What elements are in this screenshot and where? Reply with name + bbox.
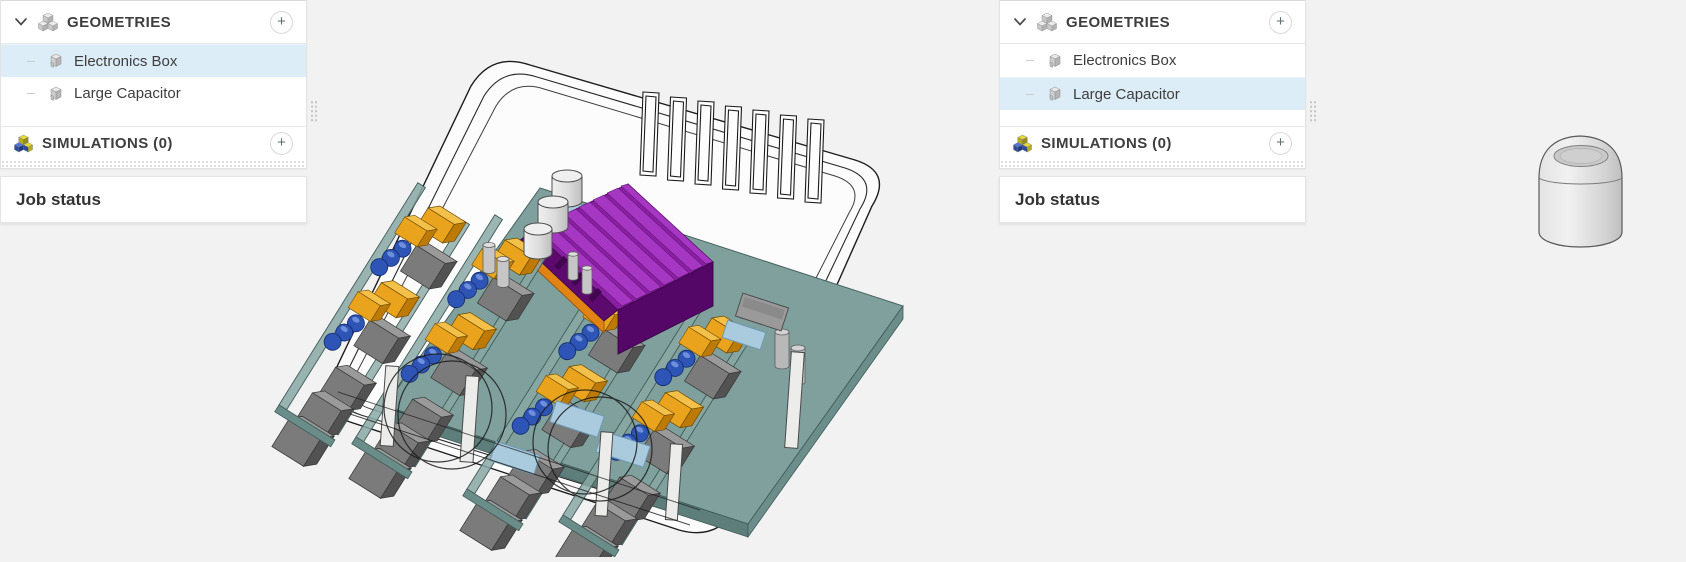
add-simulation-button[interactable]: + [1269,132,1292,155]
geometries-label: GEOMETRIES [1066,14,1170,31]
tree-spacer [1000,110,1305,126]
tree-connector-stub [1026,60,1034,61]
geometry-part-icon [47,85,65,103]
right-simulations-header[interactable]: SIMULATIONS (0) + [1000,126,1305,159]
tree-spacer [1,110,306,126]
panel-gap [0,169,307,176]
add-geometry-button[interactable]: + [270,11,293,34]
left-job-status-panel[interactable]: Job status [0,176,307,223]
tree-item-label: Electronics Box [74,53,177,70]
tree-item-large-capacitor[interactable]: Large Capacitor [1000,77,1305,110]
right-geometry-panel: GEOMETRIES + Electronics Box [999,0,1306,169]
left-geometry-panel: GEOMETRIES + Electronics Box [0,0,307,169]
add-geometry-button[interactable]: + [1269,11,1292,34]
tree-connector-stub [27,93,35,94]
tree-item-large-capacitor[interactable]: Large Capacitor [1,77,306,110]
left-simulations-header[interactable]: SIMULATIONS (0) + [1,126,306,159]
simulations-label: SIMULATIONS (0) [42,135,173,152]
right-job-status-panel[interactable]: Job status [999,176,1306,223]
tree-connector-stub [27,61,35,62]
electronics-box-3d-model [250,0,1010,557]
tree-item-label: Large Capacitor [1073,86,1180,103]
geometries-label: GEOMETRIES [67,14,171,31]
simulations-icon [1013,134,1032,153]
chevron-down-icon[interactable] [14,17,28,27]
job-status-label: Job status [1015,190,1100,210]
panel-gap [999,169,1306,176]
left-sidebar-resize-handle[interactable] [309,99,317,123]
left-geometry-tree: Electronics Box Large Capacitor [1,44,306,110]
geometries-icon [38,12,58,32]
panel-dots-texture [1000,159,1305,168]
left-sidebar: GEOMETRIES + Electronics Box [0,0,307,223]
simulations-icon [14,134,33,153]
tree-item-electronics-box[interactable]: Electronics Box [1000,44,1305,77]
viewport-electronics-box[interactable] [250,0,1010,557]
right-geometry-tree: Electronics Box Large Capacitor [1000,44,1305,110]
add-simulation-button[interactable]: + [270,132,293,155]
geometry-part-icon [47,52,65,70]
viewport-large-capacitor[interactable] [1500,110,1670,270]
simulations-label: SIMULATIONS (0) [1041,135,1172,152]
right-sidebar-resize-handle[interactable] [1308,99,1316,123]
chevron-down-icon[interactable] [1013,17,1027,27]
large-capacitor-3d-model [1500,110,1670,270]
tree-item-label: Large Capacitor [74,85,181,102]
left-geometries-header[interactable]: GEOMETRIES + [1,1,306,44]
right-sidebar: GEOMETRIES + Electronics Box [999,0,1306,223]
capacitor-body [1539,136,1622,247]
tree-item-electronics-box[interactable]: Electronics Box [1,44,306,77]
right-geometries-header[interactable]: GEOMETRIES + [1000,1,1305,44]
geometry-part-icon [1046,85,1064,103]
tree-item-label: Electronics Box [1073,52,1176,69]
geometries-icon [1037,12,1057,32]
geometry-part-icon [1046,52,1064,70]
panel-dots-texture [1,159,306,168]
job-status-label: Job status [16,190,101,210]
tree-connector-stub [1026,94,1034,95]
